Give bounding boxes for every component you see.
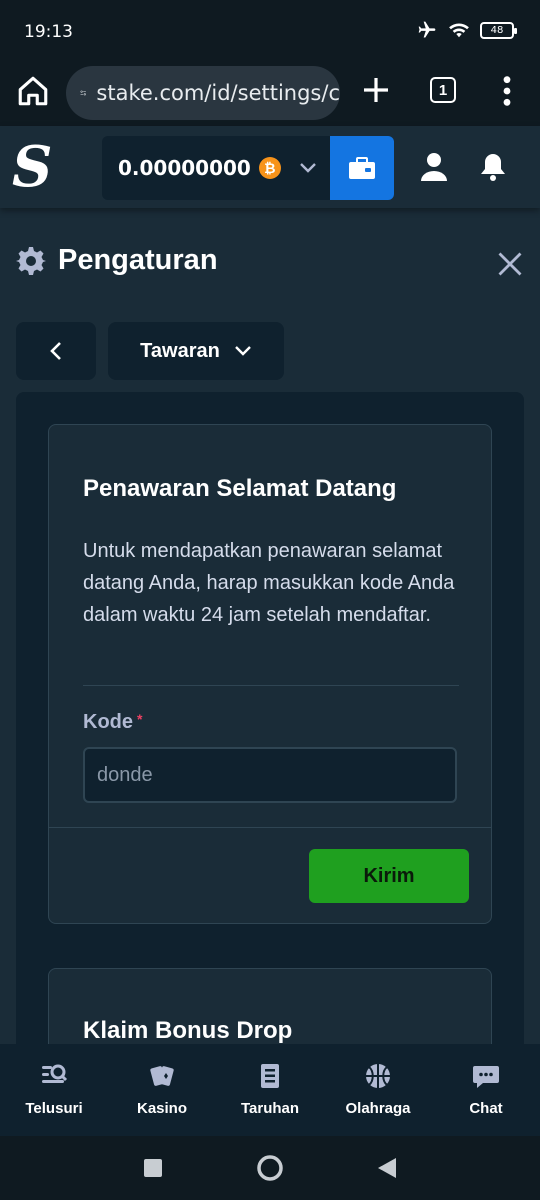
url-bar[interactable]: stake.com/id/settings/c (66, 66, 340, 120)
close-icon[interactable] (496, 250, 524, 278)
nav-label: Kasino (136, 1100, 187, 1117)
cards-icon (150, 1066, 174, 1086)
balance-selector[interactable]: 0.00000000 ₿ (102, 136, 330, 200)
nav-label: Chat (469, 1100, 503, 1117)
section-dropdown[interactable]: Tawaran (108, 322, 284, 380)
nav-item-browse[interactable]: Telusuri (0, 1044, 108, 1136)
home-nav-icon[interactable] (256, 1154, 284, 1182)
back-button[interactable] (16, 322, 96, 380)
user-icon[interactable] (420, 152, 448, 182)
page-title: Pengaturan (58, 244, 218, 276)
chevron-down-icon (234, 346, 251, 356)
nav-item-bets[interactable]: Taruhan (216, 1044, 324, 1136)
stake-logo[interactable]: S (12, 136, 52, 198)
code-input[interactable] (83, 747, 457, 803)
home-icon[interactable] (16, 74, 50, 108)
wallet-icon (349, 157, 375, 179)
wallet-button[interactable] (330, 136, 394, 200)
status-time: 19:13 (24, 22, 73, 42)
card-title: Penawaran Selamat Datang (83, 475, 397, 502)
nav-label: Taruhan (240, 1100, 300, 1117)
divider (83, 685, 459, 686)
welcome-offer-card: Penawaran Selamat Datang Untuk mendapatk… (48, 424, 492, 924)
wifi-icon (449, 23, 469, 38)
gear-icon (16, 246, 46, 275)
app-header: S 0.00000000 ₿ (0, 126, 540, 208)
nav-item-sports[interactable]: Olahraga (324, 1044, 432, 1136)
card-description: Untuk mendapatkan penawaran selamat data… (83, 540, 455, 626)
basketball-icon (366, 1064, 390, 1088)
airplane-icon (418, 21, 436, 38)
code-field-label: Kode * (83, 711, 142, 734)
tab-switcher-button[interactable]: 1 (430, 77, 456, 103)
chat-icon (473, 1066, 499, 1088)
chevron-down-icon (299, 163, 316, 173)
url-text: stake.com/id/settings/c (96, 81, 340, 105)
nav-item-chat[interactable]: Chat (432, 1044, 540, 1136)
divider (49, 827, 491, 828)
betslip-icon (261, 1064, 279, 1088)
code-label-text: Kode (83, 711, 133, 733)
chevron-left-icon (50, 342, 61, 360)
card-title: Klaim Bonus Drop (83, 1017, 293, 1044)
nav-label: Olahraga (345, 1100, 411, 1117)
bitcoin-icon: ₿ (258, 157, 281, 179)
browser-toolbar: stake.com/id/settings/c 1 (0, 60, 540, 126)
battery-icon: 48 (480, 21, 517, 39)
site-settings-icon[interactable] (80, 83, 86, 103)
back-nav-icon[interactable] (376, 1157, 398, 1179)
status-bar: 19:13 48 (0, 0, 540, 60)
required-mark: * (137, 711, 143, 727)
new-tab-icon[interactable] (360, 74, 392, 106)
status-icons: 48 (416, 20, 517, 40)
system-nav-bar (0, 1136, 540, 1200)
bell-icon[interactable] (478, 152, 508, 182)
more-menu-icon[interactable] (496, 74, 518, 108)
nav-label: Telusuri (25, 1100, 83, 1117)
settings-header: Pengaturan (16, 244, 218, 277)
submit-button[interactable]: Kirim (309, 849, 469, 903)
balance-value: 0.00000000 (118, 156, 251, 180)
search-browse-icon (42, 1064, 68, 1083)
dropdown-label: Tawaran (140, 339, 220, 362)
nav-item-casino[interactable]: Kasino (108, 1044, 216, 1136)
recents-icon[interactable] (143, 1158, 163, 1178)
bottom-nav: Telusuri Kasino Taruhan Olahraga Chat (0, 1044, 540, 1136)
